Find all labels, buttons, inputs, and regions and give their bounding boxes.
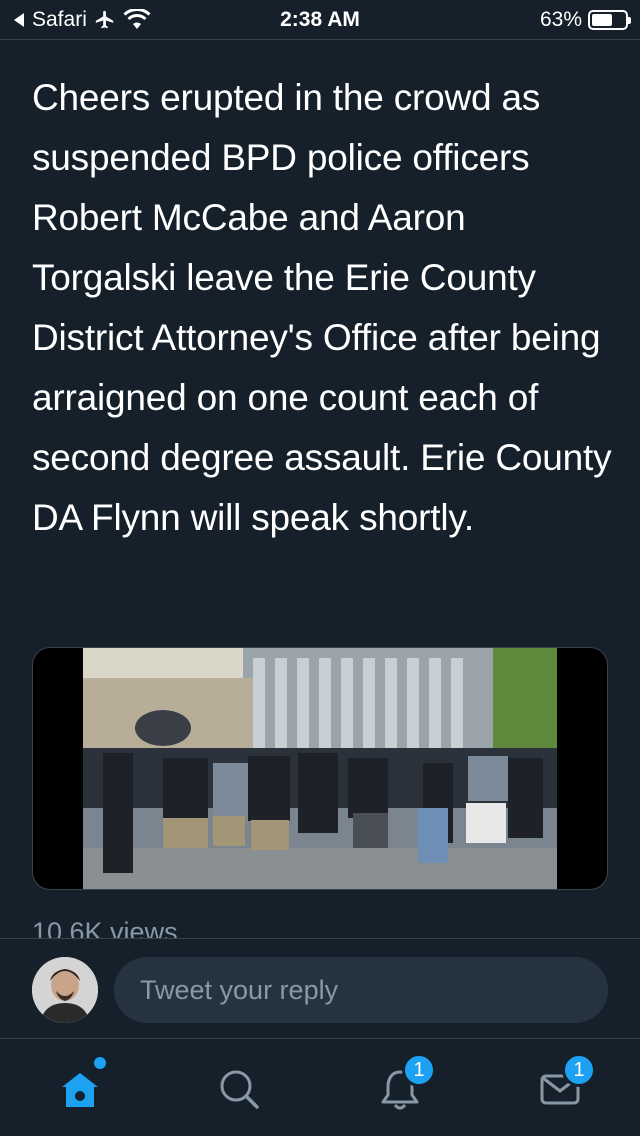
tab-search[interactable] [209, 1059, 269, 1119]
battery-icon [588, 9, 631, 30]
messages-badge: 1 [562, 1053, 596, 1087]
video-player[interactable] [32, 647, 608, 890]
reply-bar [0, 938, 640, 1038]
video-thumbnail [83, 648, 557, 889]
wifi-icon [123, 8, 151, 29]
back-to-app[interactable]: Safari [12, 8, 151, 32]
battery-percent: 63% [539, 7, 582, 31]
tweet-detail-screen: Safari 2:38 AM 63% Cheers erupted in the… [0, 0, 640, 1136]
airplane-icon [95, 10, 114, 28]
battery-indicator: 63% [539, 7, 631, 32]
back-app-label: Safari [32, 7, 87, 31]
tab-messages[interactable]: 1 [530, 1053, 596, 1119]
tweet-text: Cheers erupted in the crowd as suspended… [32, 77, 612, 538]
tab-notifications[interactable]: 1 [370, 1053, 436, 1119]
view-count: 10.6K views [32, 917, 178, 939]
back-arrow-icon [14, 12, 24, 27]
tab-home[interactable] [50, 1057, 110, 1119]
home-new-dot [94, 1057, 106, 1069]
tab-bar: 1 1 [0, 1038, 640, 1136]
user-photo [32, 957, 98, 1023]
reply-input[interactable] [114, 957, 608, 1023]
crowd-scene-image [83, 648, 557, 889]
search-icon [220, 1070, 259, 1109]
avatar[interactable] [32, 957, 98, 1023]
home-icon [62, 1073, 98, 1107]
status-bar: Safari 2:38 AM 63% [0, 0, 640, 40]
battery-fill [592, 13, 613, 26]
notifications-badge: 1 [402, 1053, 436, 1087]
